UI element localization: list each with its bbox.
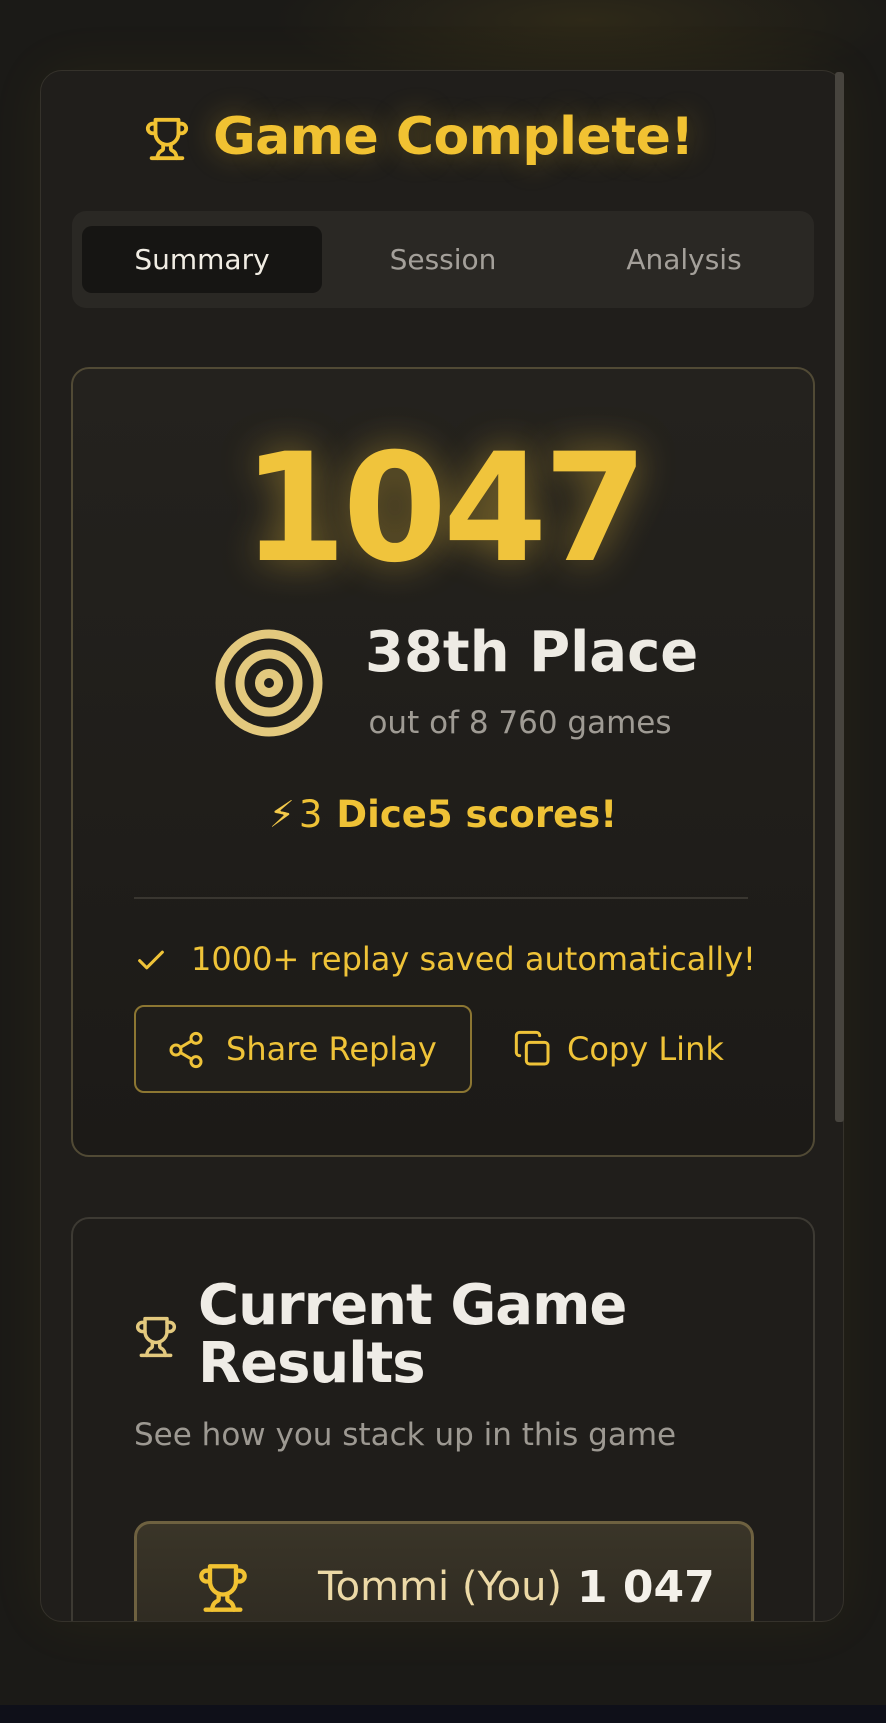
divider	[134, 897, 748, 899]
copy-link-label: Copy Link	[567, 1030, 724, 1068]
bottom-strip	[0, 1705, 886, 1723]
tab-session[interactable]: Session	[323, 226, 563, 293]
check-icon	[138, 950, 164, 970]
place-rank: 38th Place	[365, 620, 699, 685]
current-game-results-card: Current Game Results See how you stack u…	[71, 1217, 815, 1621]
results-title: Current Game Results	[198, 1273, 627, 1396]
share-replay-label: Share Replay	[226, 1030, 437, 1068]
copy-icon	[514, 1030, 550, 1066]
final-score: 1047	[242, 422, 647, 596]
page-title: Game Complete!	[213, 107, 694, 167]
copy-link-button[interactable]: Copy Link	[487, 1005, 749, 1093]
table-row[interactable]: Tommi (You) 1 047	[134, 1521, 754, 1621]
target-icon	[215, 629, 323, 737]
dice-count: 3	[298, 793, 323, 836]
scrollbar[interactable]	[835, 72, 844, 1122]
trophy-icon	[145, 117, 189, 161]
share-replay-button[interactable]: Share Replay	[134, 1005, 472, 1093]
panel-header: Game Complete!	[41, 71, 843, 201]
tab-summary[interactable]: Summary	[82, 226, 322, 293]
player-name: Tommi (You)	[318, 1564, 563, 1610]
trophy-icon	[135, 1316, 177, 1358]
replay-saved-text: 1000+ replay saved automatically!	[191, 940, 756, 978]
score-card: 1047 38th Place out of 8 760 games ⚡ 3 Dic…	[71, 367, 815, 1157]
trophy-icon	[199, 1564, 247, 1612]
dice-scores-line: ⚡ 3 Dice5 scores!	[73, 793, 813, 836]
game-complete-panel: Game Complete! Summary Session Analysis …	[40, 70, 844, 1622]
tab-bar: Summary Session Analysis	[72, 211, 814, 308]
place-subtitle: out of 8 760 games	[368, 705, 672, 741]
results-subtitle: See how you stack up in this game	[134, 1417, 677, 1453]
player-score: 1 047	[577, 1562, 715, 1613]
share-icon	[169, 1031, 203, 1069]
tab-analysis[interactable]: Analysis	[564, 226, 804, 293]
dice-label: Dice5 scores!	[336, 793, 618, 836]
lightning-icon: ⚡	[268, 793, 295, 836]
